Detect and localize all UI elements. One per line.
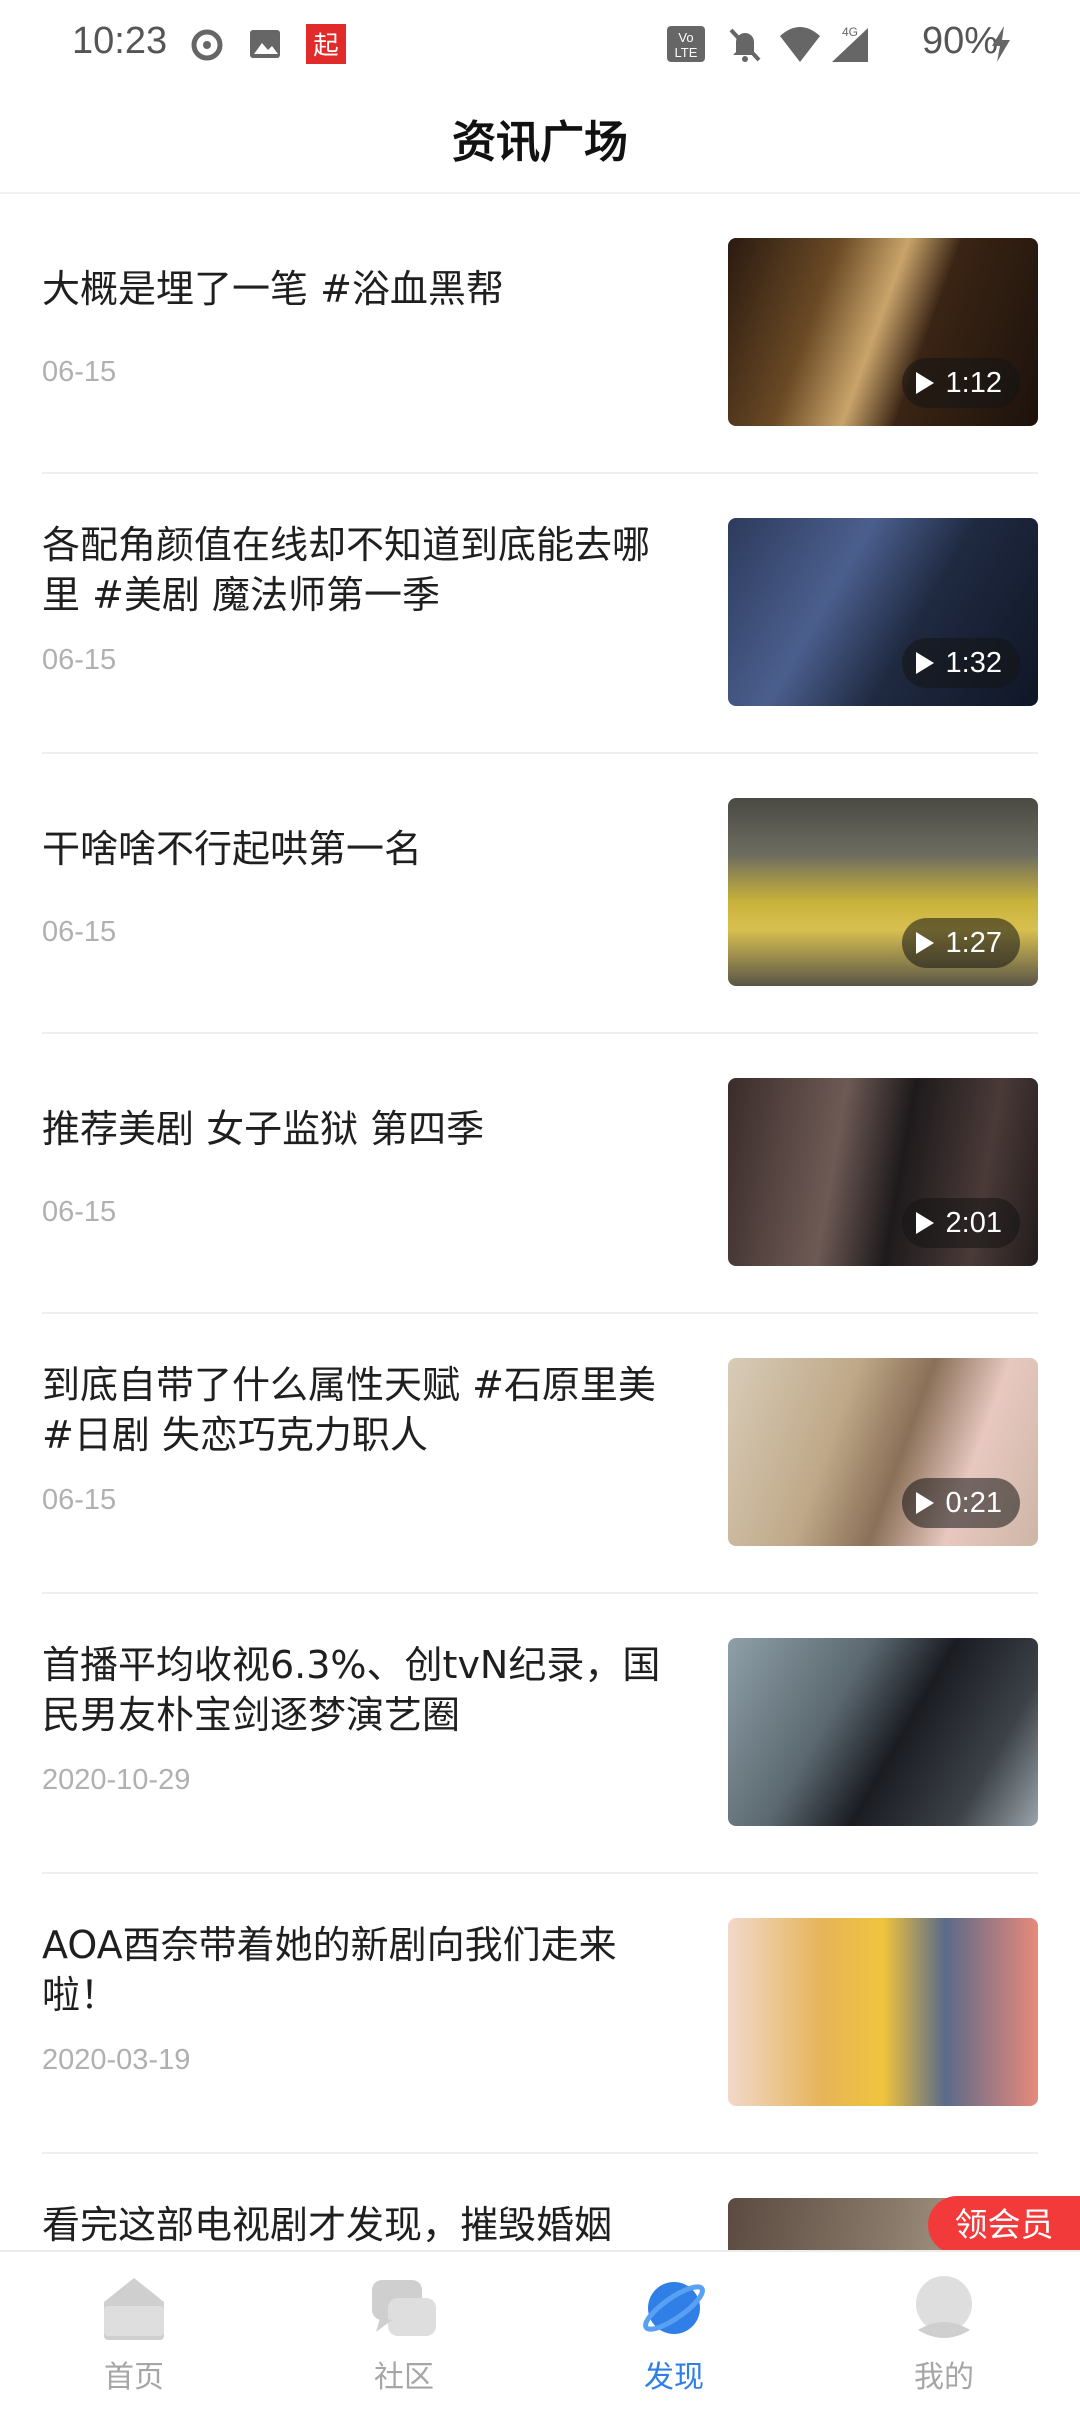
news-thumbnail[interactable] xyxy=(728,1918,1038,2106)
news-title[interactable]: 大概是埋了一笔 #浴血黑帮 xyxy=(42,264,662,314)
home-icon xyxy=(104,2278,164,2340)
get-membership-button[interactable]: 领会员 xyxy=(928,2196,1080,2254)
qidian-icon: 起 xyxy=(306,24,346,64)
news-item[interactable]: AOA酉奈带着她的新剧向我们走来啦！ 2020-03-19 xyxy=(0,1874,1080,2154)
charging-icon xyxy=(992,26,1010,62)
news-thumbnail[interactable] xyxy=(728,1638,1038,1826)
news-item[interactable]: 推荐美剧 女子监狱 第四季 06-15 2:01 xyxy=(0,1034,1080,1314)
signal-4g-icon: 4G xyxy=(832,25,868,62)
video-duration-badge: 1:32 xyxy=(901,638,1020,688)
news-item[interactable]: 干啥啥不行起哄第一名 06-15 1:27 xyxy=(0,754,1080,1034)
planet-icon xyxy=(643,2282,705,2334)
battery-percent: 90% xyxy=(921,20,998,62)
video-duration-badge: 1:12 xyxy=(901,358,1020,408)
news-title[interactable]: 看完这部电视剧才发现，摧毁婚姻 xyxy=(42,2200,662,2250)
news-title[interactable]: 各配角颜值在线却不知道到底能去哪里 #美剧 魔法师第一季 xyxy=(42,520,662,620)
play-icon xyxy=(915,652,934,674)
video-thumbnail[interactable]: 1:27 xyxy=(728,798,1038,986)
news-item[interactable]: 到底自带了什么属性天赋 #石原里美 #日剧 失恋巧克力职人 06-15 0:21 xyxy=(0,1314,1080,1594)
tab-community[interactable]: 社区 xyxy=(304,2252,504,2402)
news-title[interactable]: 首播平均收视6.3%、创tvN纪录，国民男友朴宝剑逐梦演艺圈 xyxy=(42,1640,662,1740)
news-date: 06-15 xyxy=(42,644,117,676)
news-date: 06-15 xyxy=(42,356,117,388)
video-thumbnail[interactable]: 1:12 xyxy=(728,238,1038,426)
tab-label: 我的 xyxy=(914,2360,974,2395)
video-duration-badge: 1:27 xyxy=(901,918,1020,968)
svg-text:起: 起 xyxy=(313,31,338,61)
tab-home[interactable]: 首页 xyxy=(34,2252,234,2402)
svg-text:4G: 4G xyxy=(842,25,858,39)
video-thumbnail[interactable]: 0:21 xyxy=(728,1358,1038,1546)
play-icon xyxy=(915,1212,934,1234)
page-title: 资讯广场 xyxy=(452,117,628,168)
video-thumbnail[interactable]: 2:01 xyxy=(728,1078,1038,1266)
volte-icon: VoLTE xyxy=(667,26,705,62)
tab-discover[interactable]: 发现 xyxy=(574,2252,774,2402)
video-duration-badge: 0:21 xyxy=(901,1478,1020,1528)
news-date: 2020-03-19 xyxy=(42,2044,191,2076)
tab-label: 首页 xyxy=(104,2360,164,2395)
news-date: 06-15 xyxy=(42,1484,117,1516)
play-icon xyxy=(915,932,934,954)
status-bar: 10:23 起 Vo LTE 4G 90% xyxy=(0,0,1080,92)
bell-off-icon xyxy=(729,28,761,62)
tab-me[interactable]: 我的 xyxy=(844,2252,1044,2402)
chat-icon xyxy=(372,2280,436,2336)
news-item[interactable]: 首播平均收视6.3%、创tvN纪录，国民男友朴宝剑逐梦演艺圈 2020-10-2… xyxy=(0,1594,1080,1874)
tab-label: 发现 xyxy=(644,2360,704,2395)
video-duration-badge: 2:01 xyxy=(901,1198,1020,1248)
news-title[interactable]: 到底自带了什么属性天赋 #石原里美 #日剧 失恋巧克力职人 xyxy=(42,1360,662,1460)
news-item[interactable]: 大概是埋了一笔 #浴血黑帮 06-15 1:12 xyxy=(0,194,1080,474)
news-date: 06-15 xyxy=(42,916,117,948)
tab-label: 社区 xyxy=(374,2360,434,2395)
news-item[interactable]: 各配角颜值在线却不知道到底能去哪里 #美剧 魔法师第一季 06-15 1:32 xyxy=(0,474,1080,754)
bottom-tab-bar: 首页 社区 发现 我的 xyxy=(0,2250,1080,2402)
news-date: 06-15 xyxy=(42,1196,117,1228)
play-icon xyxy=(915,1492,934,1514)
wifi-icon xyxy=(780,27,820,62)
svg-text:LTE: LTE xyxy=(675,45,698,60)
netease-icon xyxy=(191,29,223,61)
profile-icon xyxy=(916,2276,972,2338)
news-title[interactable]: 推荐美剧 女子监狱 第四季 xyxy=(42,1104,662,1154)
play-icon xyxy=(915,372,934,394)
news-title[interactable]: 干啥啥不行起哄第一名 xyxy=(42,824,662,874)
video-thumbnail[interactable]: 1:32 xyxy=(728,518,1038,706)
status-time: 10:23 xyxy=(72,20,168,62)
page-header: 资讯广场 xyxy=(0,92,1080,194)
news-date: 2020-10-29 xyxy=(42,1764,191,1796)
image-icon xyxy=(250,30,280,58)
news-title[interactable]: AOA酉奈带着她的新剧向我们走来啦！ xyxy=(42,1920,662,2020)
svg-text:Vo: Vo xyxy=(678,30,693,45)
